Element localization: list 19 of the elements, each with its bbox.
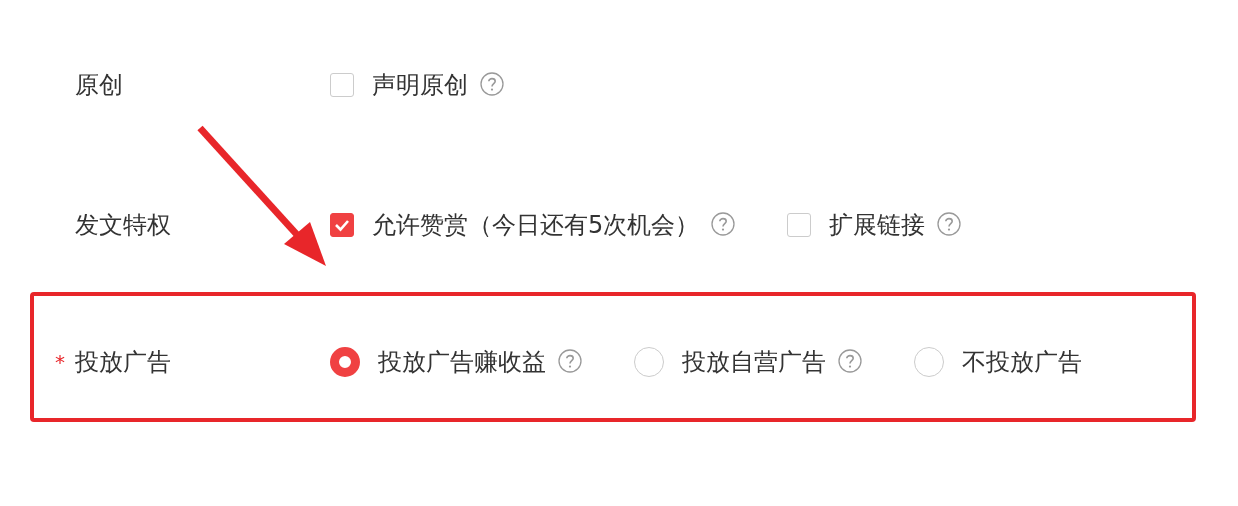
help-icon[interactable] bbox=[838, 349, 864, 375]
option-label[interactable]: 扩展链接 bbox=[829, 209, 926, 241]
help-icon[interactable] bbox=[711, 212, 738, 238]
help-icon[interactable] bbox=[937, 212, 964, 238]
checkbox[interactable] bbox=[330, 213, 354, 237]
help-icon[interactable] bbox=[558, 349, 584, 375]
help-icon[interactable] bbox=[480, 72, 506, 98]
field-label: 投放广告 bbox=[75, 347, 171, 378]
checkbox[interactable] bbox=[787, 213, 812, 237]
radio-button[interactable] bbox=[330, 347, 360, 377]
option-label[interactable]: 投放自营广告 bbox=[682, 346, 826, 378]
checkbox[interactable] bbox=[330, 73, 354, 97]
field-label: 原创 bbox=[75, 70, 123, 101]
option-label[interactable]: 声明原创 bbox=[372, 69, 468, 101]
option-label[interactable]: 投放广告赚收益 bbox=[378, 346, 546, 378]
field-label: 发文特权 bbox=[75, 210, 171, 241]
required-mark: * bbox=[55, 350, 66, 374]
option-label[interactable]: 不投放广告 bbox=[962, 346, 1082, 378]
option-label[interactable]: 允许赞赏（今日还有5次机会） bbox=[372, 209, 700, 241]
